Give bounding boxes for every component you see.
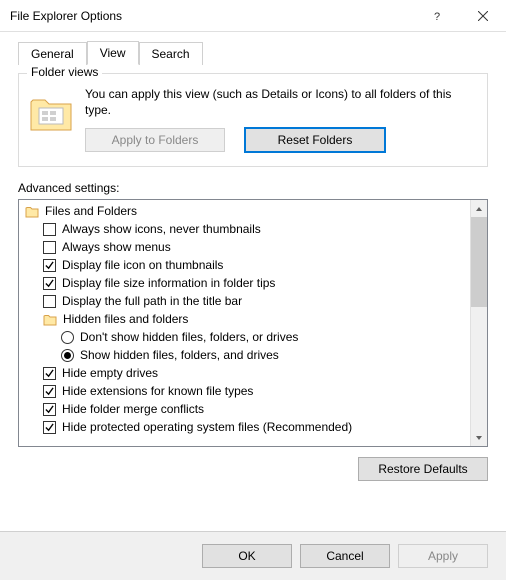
tree-item-label: Hide extensions for known file types [62,382,253,400]
tab-general[interactable]: General [18,42,87,65]
scroll-up-icon[interactable] [471,200,487,217]
tree-item[interactable]: Hide extensions for known file types [23,382,466,400]
tree-item-label: Don't show hidden files, folders, or dri… [80,328,298,346]
checkbox-icon[interactable] [43,385,56,398]
tree-item-label: Display the full path in the title bar [62,292,242,310]
tree-item[interactable]: Hide folder merge conflicts [23,400,466,418]
checkbox-icon[interactable] [43,223,56,236]
reset-folders-button[interactable]: Reset Folders [245,128,385,152]
tree-item-label: Always show icons, never thumbnails [62,220,261,238]
apply-button: Apply [398,544,488,568]
help-button[interactable]: ? [414,0,460,32]
restore-defaults-button[interactable]: Restore Defaults [358,457,488,481]
tree-item[interactable]: Always show icons, never thumbnails [23,220,466,238]
checkbox-icon[interactable] [43,259,56,272]
close-button[interactable] [460,0,506,32]
scrollbar[interactable] [470,200,487,446]
view-tab-body: Folder views You can apply this view (su… [18,63,488,481]
tree-item[interactable]: Don't show hidden files, folders, or dri… [23,328,466,346]
window-title: File Explorer Options [10,9,414,23]
tree-item[interactable]: Display file size information in folder … [23,274,466,292]
tree-item-label: Display file size information in folder … [62,274,275,292]
tree-item[interactable]: Display file icon on thumbnails [23,256,466,274]
tree-group-files-and-folders: Files and Folders [23,202,466,220]
cancel-button[interactable]: Cancel [300,544,390,568]
tree-group-label: Files and Folders [45,202,137,220]
folder-views-description: You can apply this view (such as Details… [85,86,477,118]
checkbox-icon[interactable] [43,403,56,416]
checkbox-icon[interactable] [43,367,56,380]
tree-item-label: Hide protected operating system files (R… [62,418,352,436]
checkbox-icon[interactable] [43,295,56,308]
tab-strip: General View Search [18,40,488,64]
checkbox-icon[interactable] [43,421,56,434]
checkbox-icon[interactable] [43,241,56,254]
scroll-track[interactable] [471,217,487,429]
checkbox-icon[interactable] [43,277,56,290]
tree-content: Files and Folders Always show icons, nev… [19,200,470,446]
tree-group-hidden-files: Hidden files and folders [23,310,466,328]
tree-item[interactable]: Always show menus [23,238,466,256]
tree-item-label: Hide empty drives [62,364,158,382]
tree-item[interactable]: Hide protected operating system files (R… [23,418,466,436]
folder-views-group: Folder views You can apply this view (su… [18,73,488,167]
file-explorer-options-window: File Explorer Options ? General View Sea… [0,0,506,580]
scroll-thumb[interactable] [471,217,487,307]
tree-item-label: Display file icon on thumbnails [62,256,223,274]
folder-views-icon [29,90,73,134]
tree-group-label: Hidden files and folders [63,310,188,328]
folder-icon [25,204,39,218]
apply-to-folders-button: Apply to Folders [85,128,225,152]
tree-item-label: Show hidden files, folders, and drives [80,346,279,364]
dialog-footer: OK Cancel Apply [0,531,506,580]
tree-item[interactable]: Display the full path in the title bar [23,292,466,310]
radio-icon[interactable] [61,331,74,344]
tree-item[interactable]: Show hidden files, folders, and drives [23,346,466,364]
advanced-settings-tree[interactable]: Files and Folders Always show icons, nev… [18,199,488,447]
tree-item-label: Hide folder merge conflicts [62,400,204,418]
advanced-settings-label: Advanced settings: [18,181,488,195]
svg-text:?: ? [434,11,440,21]
scroll-down-icon[interactable] [471,429,487,446]
client-area: General View Search Folder views You can… [0,32,506,531]
radio-icon[interactable] [61,349,74,362]
folder-views-legend: Folder views [27,65,102,79]
tab-search[interactable]: Search [139,42,203,65]
folder-icon [43,312,57,326]
tab-view[interactable]: View [87,41,139,65]
ok-button[interactable]: OK [202,544,292,568]
titlebar: File Explorer Options ? [0,0,506,32]
tree-item-label: Always show menus [62,238,171,256]
tree-item[interactable]: Hide empty drives [23,364,466,382]
